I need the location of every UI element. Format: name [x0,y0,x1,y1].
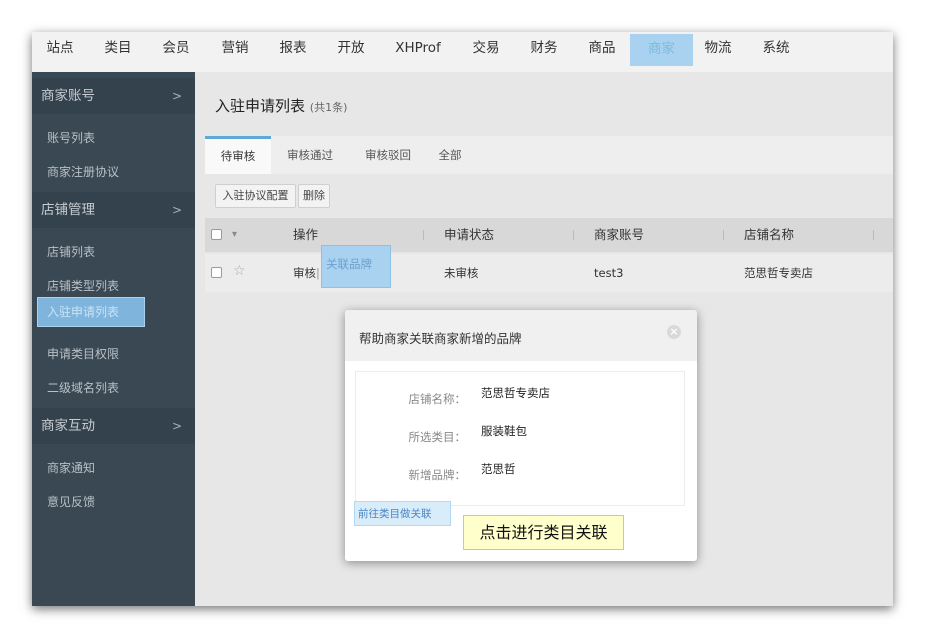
shop-name-value: 范思哲专卖店 [481,386,550,400]
chevron-right-icon: > [171,419,182,433]
column-divider [723,230,724,240]
tab-bar: 待审核 审核通过 审核驳回 全部 [205,136,893,174]
link-brand-link[interactable]: 关联品牌 [326,245,372,283]
page-title: 入驻申请列表 (共1条) [215,95,347,116]
sidebar-section-label: 商家账号 [41,88,95,104]
record-count: (共1条) [309,101,348,114]
link-brand-dialog: 帮助商家关联商家新增的品牌 × 店铺名称： 范思哲专卖店 所选类目： 服装鞋包 … [345,310,697,561]
tab-all[interactable]: 全部 [427,136,473,174]
column-header-account: 商家账号 [594,227,645,242]
sidebar: 商家账号 > 账号列表 商家注册协议 店铺管理 > 店铺列表 店铺类型列表 入驻… [32,72,195,606]
nav-item-merchant[interactable]: 商家 [630,34,693,66]
column-divider [873,230,874,240]
callout-tooltip: 点击进行类目关联 [463,515,624,550]
top-nav: 站点 类目 会员 营销 报表 开放 XHProf 交易 财务 商品 商家 物流 … [32,32,893,72]
chevron-right-icon: > [171,89,182,103]
star-icon[interactable]: ☆ [233,263,246,279]
shop-name-cell: 范思哲专卖店 [744,266,813,280]
sidebar-item-subdomain-list[interactable]: 二级域名列表 [47,379,119,396]
select-all-checkbox[interactable] [211,229,222,240]
nav-item-system[interactable]: 系统 [761,32,791,66]
nav-item-site[interactable]: 站点 [45,32,75,66]
review-link[interactable]: 审核 [293,254,316,292]
sidebar-item-settle-application-list[interactable]: 入驻申请列表 [37,297,145,327]
action-separator: | [316,266,320,280]
dialog-title: 帮助商家关联商家新增的品牌 [359,331,522,346]
caret-down-icon[interactable]: ▾ [232,218,237,252]
column-divider [423,230,424,240]
sidebar-item-shop-type-list[interactable]: 店铺类型列表 [47,277,119,294]
sidebar-item-account-list[interactable]: 账号列表 [47,129,95,146]
sidebar-section-merchant-account[interactable]: 商家账号 > [32,78,195,114]
nav-item-member[interactable]: 会员 [161,32,191,66]
goto-category-link[interactable]: 前往类目做关联 [354,501,451,526]
row-checkbox[interactable] [211,267,222,278]
sidebar-section-shop-management[interactable]: 店铺管理 > [32,192,195,228]
delete-button[interactable]: 删除 [298,184,330,208]
nav-item-logistics[interactable]: 物流 [703,32,733,66]
sidebar-section-merchant-interaction[interactable]: 商家互动 > [32,408,195,444]
nav-item-marketing[interactable]: 营销 [220,32,250,66]
nav-item-goods[interactable]: 商品 [587,32,617,66]
status-cell: 未审核 [444,266,479,280]
sidebar-section-label: 店铺管理 [41,202,95,218]
new-brand-value: 范思哲 [481,462,516,476]
nav-item-finance[interactable]: 财务 [529,32,559,66]
column-divider [573,230,574,240]
nav-item-category[interactable]: 类目 [103,32,133,66]
app-window: 站点 类目 会员 营销 报表 开放 XHProf 交易 财务 商品 商家 物流 … [32,32,893,606]
page-title-text: 入驻申请列表 [215,97,306,115]
tab-approved[interactable]: 审核通过 [277,136,343,174]
sidebar-item-merchant-notice[interactable]: 商家通知 [47,459,95,476]
dialog-header: 帮助商家关联商家新增的品牌 × [345,310,697,361]
column-header-status: 申请状态 [444,227,495,242]
category-value: 服装鞋包 [481,424,527,438]
shop-name-label: 店铺名称： [408,392,467,406]
sidebar-item-shop-list[interactable]: 店铺列表 [47,243,95,260]
nav-item-xhprof[interactable]: XHProf [393,32,443,66]
column-header-shop-name: 店铺名称 [744,227,795,242]
tab-pending-review[interactable]: 待审核 [205,136,271,174]
account-cell: test3 [594,266,624,280]
chevron-right-icon: > [171,203,182,217]
sidebar-section-label: 商家互动 [41,418,95,434]
dialog-body: 店铺名称： 范思哲专卖店 所选类目： 服装鞋包 新增品牌： 范思哲 [355,371,685,506]
close-icon[interactable]: × [667,325,681,339]
nav-item-open[interactable]: 开放 [336,32,366,66]
table-row: ☆ 审核 | 关联品牌 未审核 test3 范思哲专卖店 [205,245,893,292]
table-header: ▾ 操作 申请状态 商家账号 店铺名称 [205,218,893,252]
column-header-actions: 操作 [293,227,319,242]
settle-agreement-config-button[interactable]: 入驻协议配置 [215,184,296,208]
sidebar-item-merchant-agreement[interactable]: 商家注册协议 [47,163,119,180]
sidebar-item-category-permission[interactable]: 申请类目权限 [47,345,119,362]
new-brand-label: 新增品牌： [408,468,467,482]
category-label: 所选类目： [408,430,467,444]
sidebar-item-feedback[interactable]: 意见反馈 [47,493,95,510]
nav-item-reports[interactable]: 报表 [278,32,308,66]
tab-rejected[interactable]: 审核驳回 [355,136,421,174]
nav-item-trade[interactable]: 交易 [471,32,501,66]
